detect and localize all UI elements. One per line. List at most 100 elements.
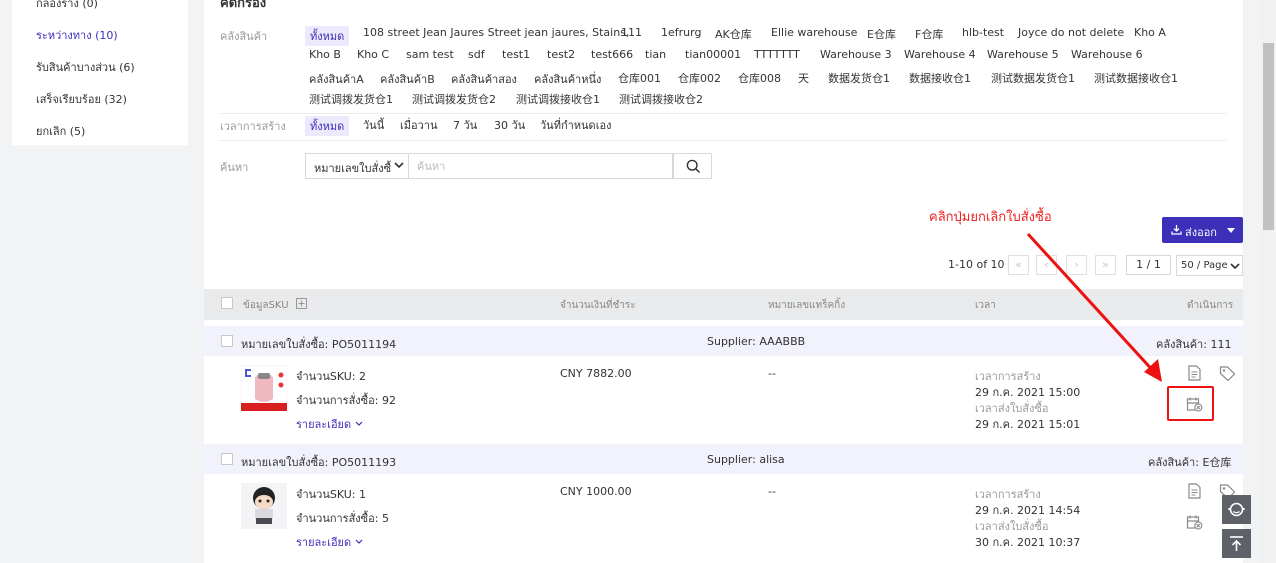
warehouse-option[interactable]: 测试数据接收仓1 [1094, 70, 1178, 86]
sku-count: จำนวนSKU: 1 [296, 488, 366, 501]
pagination-range: 1-10 of 10 [948, 258, 1005, 271]
warehouse-option[interactable]: คลังสินค้าB [380, 70, 435, 88]
detail-toggle[interactable]: รายละเอียด [296, 415, 363, 433]
warehouse-option[interactable]: 测试调拨发货仓1 [309, 91, 393, 107]
search-input-wrap [409, 153, 673, 179]
warehouse-option[interactable]: Ellie warehouse [771, 26, 857, 39]
warehouse-option[interactable]: Warehouse 3 [820, 48, 892, 61]
product-thumbnail[interactable] [241, 483, 287, 529]
warehouse-option[interactable]: 测试调拨发货仓2 [412, 91, 496, 107]
highlight-box [1167, 386, 1214, 421]
warehouse-option[interactable]: 测试数据发货仓1 [991, 70, 1075, 86]
warehouse-option[interactable]: Kho B [309, 48, 341, 61]
order-po-number[interactable]: หมายเลขใบสั่งซื้อ: PO5011193 [241, 453, 396, 471]
detail-link-label: รายละเอียด [296, 418, 352, 431]
search-button[interactable] [673, 153, 712, 179]
warehouse-option[interactable]: 数据接收仓1 [909, 70, 971, 86]
warehouse-option[interactable]: 1efrurg [661, 26, 701, 39]
warehouse-option[interactable]: 仓库001 [618, 70, 661, 86]
sidebar-item-partial-received[interactable]: รับสินค้าบางส่วน (6) [36, 58, 135, 76]
header-sku: ข้อมูลSKU [243, 300, 289, 311]
header-amount: จำนวนเงินที่ชำระ [560, 300, 636, 311]
warehouse-option[interactable]: คลังสินค้าหนึ่ง [534, 70, 601, 88]
export-button-label: ส่งออก [1185, 226, 1217, 239]
back-to-top-button[interactable] [1222, 529, 1251, 558]
created-time-option[interactable]: เมื่อวาน [400, 116, 438, 134]
product-image [241, 483, 287, 529]
warehouse-option[interactable]: hlb-test [962, 26, 1004, 39]
warehouse-option[interactable]: AK仓库 [715, 26, 752, 42]
search-input[interactable] [409, 154, 672, 178]
warehouse-option[interactable]: ทั้งหมด [305, 26, 350, 46]
sidebar-item-draft[interactable]: กล่องร่าง (0) [36, 0, 98, 12]
product-thumbnail[interactable] [240, 364, 288, 412]
warehouse-filter-label: คลังสินค้า [220, 30, 268, 43]
warehouse-option[interactable]: F仓库 [915, 26, 943, 42]
warehouse-option[interactable]: tian00001 [685, 48, 741, 61]
page-size-value: 50 / Page [1181, 260, 1228, 271]
page-scrollbar[interactable] [1261, 0, 1276, 563]
warehouse-option[interactable]: TTTTTTT [754, 48, 800, 61]
product-image [240, 364, 288, 412]
warehouse-option[interactable]: tian [645, 48, 666, 61]
detail-toggle[interactable]: รายละเอียด [296, 533, 363, 551]
order-checkbox[interactable] [221, 453, 233, 465]
warehouse-option[interactable]: sdf [468, 48, 485, 61]
warehouse-option[interactable]: Kho C [357, 48, 389, 61]
chevron-down-icon [355, 539, 363, 544]
warehouse-option[interactable]: 111 [621, 26, 642, 39]
download-icon [1171, 225, 1182, 235]
warehouse-option[interactable]: คลังสินค้าสอง [451, 70, 517, 88]
created-time-option[interactable]: ทั้งหมด [305, 116, 350, 136]
search-field-select[interactable]: หมายเลขใบสั่งซื้ [305, 153, 409, 179]
warehouse-option[interactable]: 天 [798, 70, 809, 86]
warehouse-option[interactable]: sam test [406, 48, 454, 61]
created-time-filter-label: เวลาการสร้าง [220, 120, 286, 133]
warehouse-option[interactable]: test666 [591, 48, 633, 61]
warehouse-option[interactable]: 108 street Jean Jaures Street jean jaure… [363, 26, 629, 39]
sidebar-item-in-transit[interactable]: ระหว่างทาง (10) [36, 26, 118, 44]
expand-plus-icon[interactable] [296, 298, 307, 309]
warehouse-option[interactable]: E仓库 [867, 26, 896, 42]
export-button[interactable]: ส่งออก [1162, 217, 1243, 243]
scrollbar-thumb[interactable] [1263, 43, 1274, 230]
warehouse-option[interactable]: Warehouse 6 [1071, 48, 1143, 61]
warehouse-option[interactable]: test2 [547, 48, 575, 61]
warehouse-option[interactable]: คลังสินค้าA [309, 70, 364, 88]
document-icon[interactable] [1187, 483, 1202, 499]
detail-link-label: รายละเอียด [296, 536, 352, 549]
tag-icon[interactable] [1219, 365, 1236, 381]
chevron-down-icon [1230, 263, 1240, 270]
search-field-value: หมายเลขใบสั่งซื้ [314, 162, 392, 175]
sidebar-item-cancelled[interactable]: ยกเลิก (5) [36, 122, 85, 140]
order-checkbox[interactable] [221, 335, 233, 347]
created-time-option[interactable]: วันที่กำหนดเอง [540, 116, 611, 134]
page-size-select[interactable]: 50 / Page [1176, 255, 1243, 276]
warehouse-option[interactable]: Warehouse 4 [904, 48, 976, 61]
customer-service-button[interactable] [1222, 495, 1251, 524]
select-all-checkbox[interactable] [221, 297, 233, 309]
header-actions: ดำเนินการ [1187, 300, 1234, 311]
warehouse-option[interactable]: 仓库002 [678, 70, 721, 86]
created-time-option[interactable]: 7 วัน [453, 116, 477, 134]
filter-panel: คัดกรอง คลังสินค้า ทั้งหมด 108 street Jea… [204, 0, 1243, 193]
filter-divider [220, 113, 1227, 114]
warehouse-option[interactable]: Warehouse 5 [987, 48, 1059, 61]
header-tracking: หมายเลขแทร็คกิ้ง [768, 300, 846, 311]
order-supplier: Supplier: AAABBB [707, 335, 806, 348]
warehouse-option[interactable]: 数据发货仓1 [828, 70, 890, 86]
warehouse-option[interactable]: 仓库008 [738, 70, 781, 86]
warehouse-option[interactable]: test1 [502, 48, 530, 61]
cancel-order-icon[interactable] [1186, 514, 1203, 530]
order-supplier: Supplier: alisa [707, 453, 785, 466]
sidebar-item-completed[interactable]: เสร็จเรียบร้อย (32) [36, 90, 127, 108]
warehouse-option[interactable]: Joyce do not delete [1018, 26, 1124, 39]
document-icon[interactable] [1187, 365, 1202, 381]
status-sidebar: กล่องร่าง (0) ระหว่างทาง (10) รับสินค้าบ… [12, 0, 188, 145]
order-po-number[interactable]: หมายเลขใบสั่งซื้อ: PO5011194 [241, 335, 396, 353]
warehouse-option[interactable]: 测试调拨接收仓2 [619, 91, 703, 107]
created-time-option[interactable]: 30 วัน [494, 116, 525, 134]
created-time-option[interactable]: วันนี้ [363, 116, 384, 134]
warehouse-option[interactable]: 测试调拨接收仓1 [516, 91, 600, 107]
warehouse-option[interactable]: Kho A [1134, 26, 1166, 39]
